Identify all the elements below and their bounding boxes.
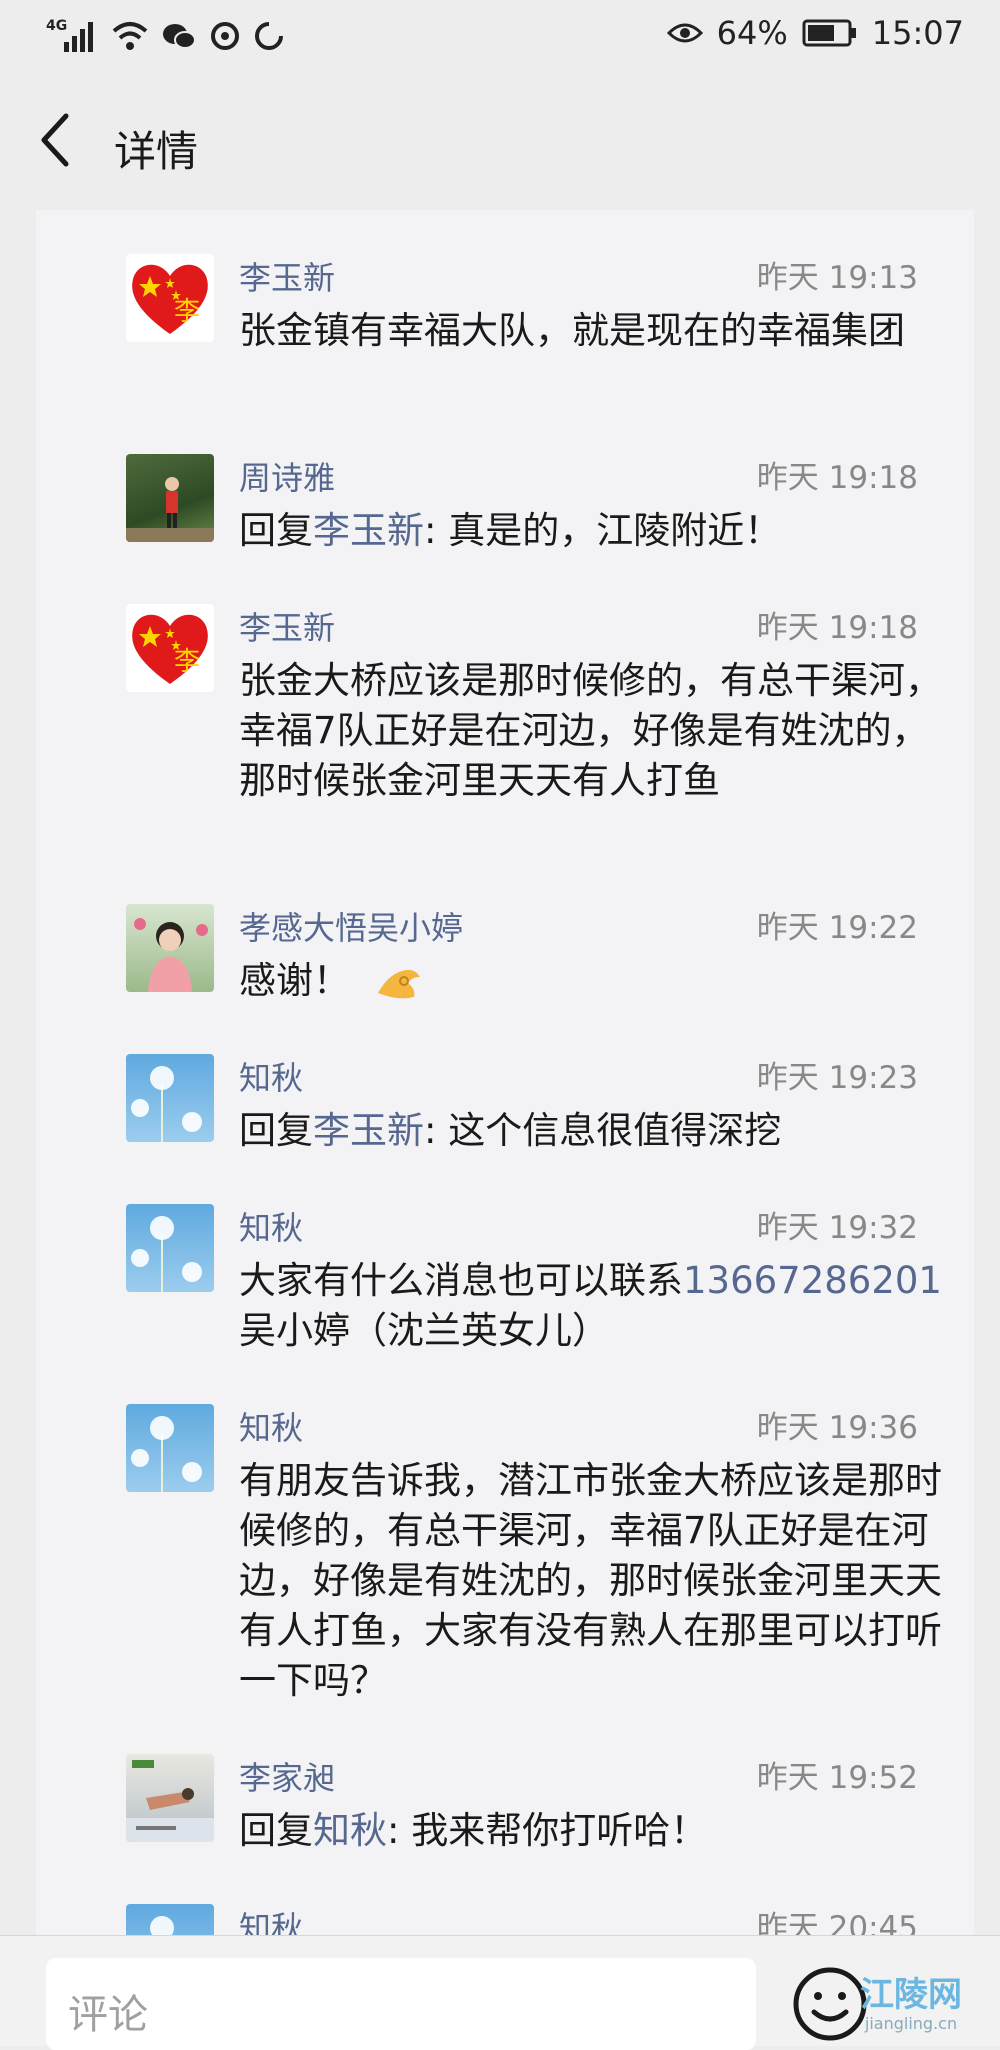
comment-text: 张金大桥应该是那时候修的，有总干渠河，幸福7队正好是在河边，好像是有姓沈的，那时… bbox=[239, 656, 951, 806]
comment-input-placeholder: 评论 bbox=[68, 1992, 148, 2038]
comment-time: 昨天 19:52 bbox=[756, 1760, 918, 1796]
comment-author[interactable]: 知秋 bbox=[239, 1204, 303, 1252]
comment-author[interactable]: 知秋 bbox=[239, 1054, 303, 1102]
comment-input[interactable]: 评论 bbox=[46, 1958, 756, 2050]
avatar[interactable]: 李 bbox=[126, 604, 214, 692]
comment-text: 大家有什么消息也可以联系13667286201 吴小婷（沈兰英女儿） bbox=[239, 1256, 951, 1356]
comment-text-segment: : 真是的，江陵附近！ bbox=[424, 509, 782, 552]
comment-time: 昨天 19:13 bbox=[756, 260, 918, 296]
comment-author[interactable]: 李家昶 bbox=[239, 1754, 335, 1802]
comment-text-segment: 感谢！ bbox=[239, 959, 350, 1002]
comment-time: 昨天 19:18 bbox=[756, 610, 918, 646]
comment-author[interactable]: 孝感大悟吴小婷 bbox=[239, 904, 463, 952]
comment-author[interactable]: 李玉新 bbox=[239, 604, 335, 652]
watermark-url: jiangling.cn bbox=[864, 2014, 958, 2033]
avatar[interactable]: 李 bbox=[126, 254, 214, 342]
comment-text-segment: 回复 bbox=[239, 1809, 313, 1852]
comment-text-segment: 有朋友告诉我，潜江市张金大桥应该是那时候修的，有总干渠河，幸福7队正好是在河边，… bbox=[239, 1459, 942, 1702]
page-title: 详情 bbox=[114, 127, 199, 176]
comment-text: 回复李玉新: 这个信息很值得深挖 bbox=[239, 1106, 951, 1156]
comment-time: 昨天 20:45 bbox=[756, 1910, 918, 1935]
reply-target-name[interactable]: 李玉新 bbox=[313, 1109, 424, 1152]
browser-icon bbox=[255, 21, 284, 50]
watermark-logo: 江陵网 bbox=[860, 1975, 962, 2015]
phone-link[interactable]: 13667286201 bbox=[683, 1259, 942, 1302]
avatar[interactable] bbox=[126, 1404, 214, 1492]
app-icon bbox=[211, 22, 239, 50]
comment-author[interactable]: 知秋 bbox=[239, 1904, 303, 1935]
comment-author[interactable]: 周诗雅 bbox=[239, 454, 335, 502]
comment-text-segment: : 我来帮你打听哈！ bbox=[387, 1809, 708, 1852]
comment-time: 昨天 19:36 bbox=[756, 1410, 918, 1446]
avatar[interactable] bbox=[126, 1054, 214, 1142]
battery-percent: 64% bbox=[716, 14, 788, 52]
comment-text-segment: 张金镇有幸福大队，就是现在的幸福集团 bbox=[239, 309, 905, 352]
avatar[interactable] bbox=[126, 1754, 214, 1842]
comment-text-segment: 大家有什么消息也可以联系 bbox=[239, 1259, 683, 1302]
svg-text:李: 李 bbox=[174, 647, 200, 677]
comment-text-segment: 回复 bbox=[239, 509, 313, 552]
comment-time: 昨天 19:23 bbox=[756, 1060, 918, 1096]
comment-text: 有朋友告诉我，潜江市张金大桥应该是那时候修的，有总干渠河，幸福7队正好是在河边，… bbox=[239, 1456, 951, 1706]
wifi-icon bbox=[112, 22, 148, 50]
eye-icon bbox=[666, 23, 703, 43]
comment-text: 回复知秋: 我来帮你打听哈！ bbox=[239, 1806, 951, 1856]
comment-text-segment: : 这个信息很值得深挖 bbox=[424, 1109, 782, 1152]
nav-bar: 详情 bbox=[0, 72, 1000, 210]
watermark: 江陵网 jiangling.cn bbox=[860, 1976, 962, 2034]
comment-author[interactable]: 知秋 bbox=[239, 1404, 303, 1452]
comment-text-segment: 张金大桥应该是那时候修的，有总干渠河，幸福7队正好是在河边，好像是有姓沈的，那时… bbox=[239, 659, 942, 802]
comment-time: 昨天 19:22 bbox=[756, 910, 918, 946]
avatar[interactable] bbox=[126, 904, 214, 992]
reply-target-name[interactable]: 李玉新 bbox=[313, 509, 424, 552]
reply-target-name[interactable]: 知秋 bbox=[313, 1809, 387, 1852]
comment-text: 感谢！ bbox=[239, 956, 951, 1006]
avatar[interactable] bbox=[126, 1904, 214, 1935]
wechat-icon bbox=[163, 24, 196, 49]
comment-text: 张金镇有幸福大队，就是现在的幸福集团 bbox=[239, 306, 951, 356]
avatar[interactable] bbox=[126, 454, 214, 542]
signal-icon: 4G bbox=[46, 18, 98, 54]
comment-time: 昨天 19:32 bbox=[756, 1210, 918, 1246]
comment-list: 李 李玉新 昨天 19:13 张金镇有幸福大队，就是现在的幸福集团 周诗雅 昨天… bbox=[36, 210, 974, 1935]
avatar[interactable] bbox=[126, 1204, 214, 1292]
comment-text-segment: 回复 bbox=[239, 1109, 313, 1152]
emoji-button-icon[interactable] bbox=[790, 1964, 870, 2044]
comment-text: 回复李玉新: 真是的，江陵附近！ bbox=[239, 506, 951, 556]
comment-time: 昨天 19:18 bbox=[756, 460, 918, 496]
ok-hand-emoji-icon bbox=[377, 969, 420, 998]
comment-author[interactable]: 李玉新 bbox=[239, 254, 335, 302]
svg-text:李: 李 bbox=[174, 297, 200, 327]
status-bar: 4G 64% 15:07 bbox=[0, 0, 1000, 72]
comment-bar: 评论 江陵网 jiangling.cn bbox=[0, 1935, 1000, 2050]
back-arrow-icon[interactable] bbox=[36, 112, 76, 168]
comment-text-segment: 吴小婷（沈兰英女儿） bbox=[239, 1309, 609, 1352]
clock: 15:07 bbox=[871, 14, 964, 52]
battery-icon bbox=[802, 19, 856, 47]
